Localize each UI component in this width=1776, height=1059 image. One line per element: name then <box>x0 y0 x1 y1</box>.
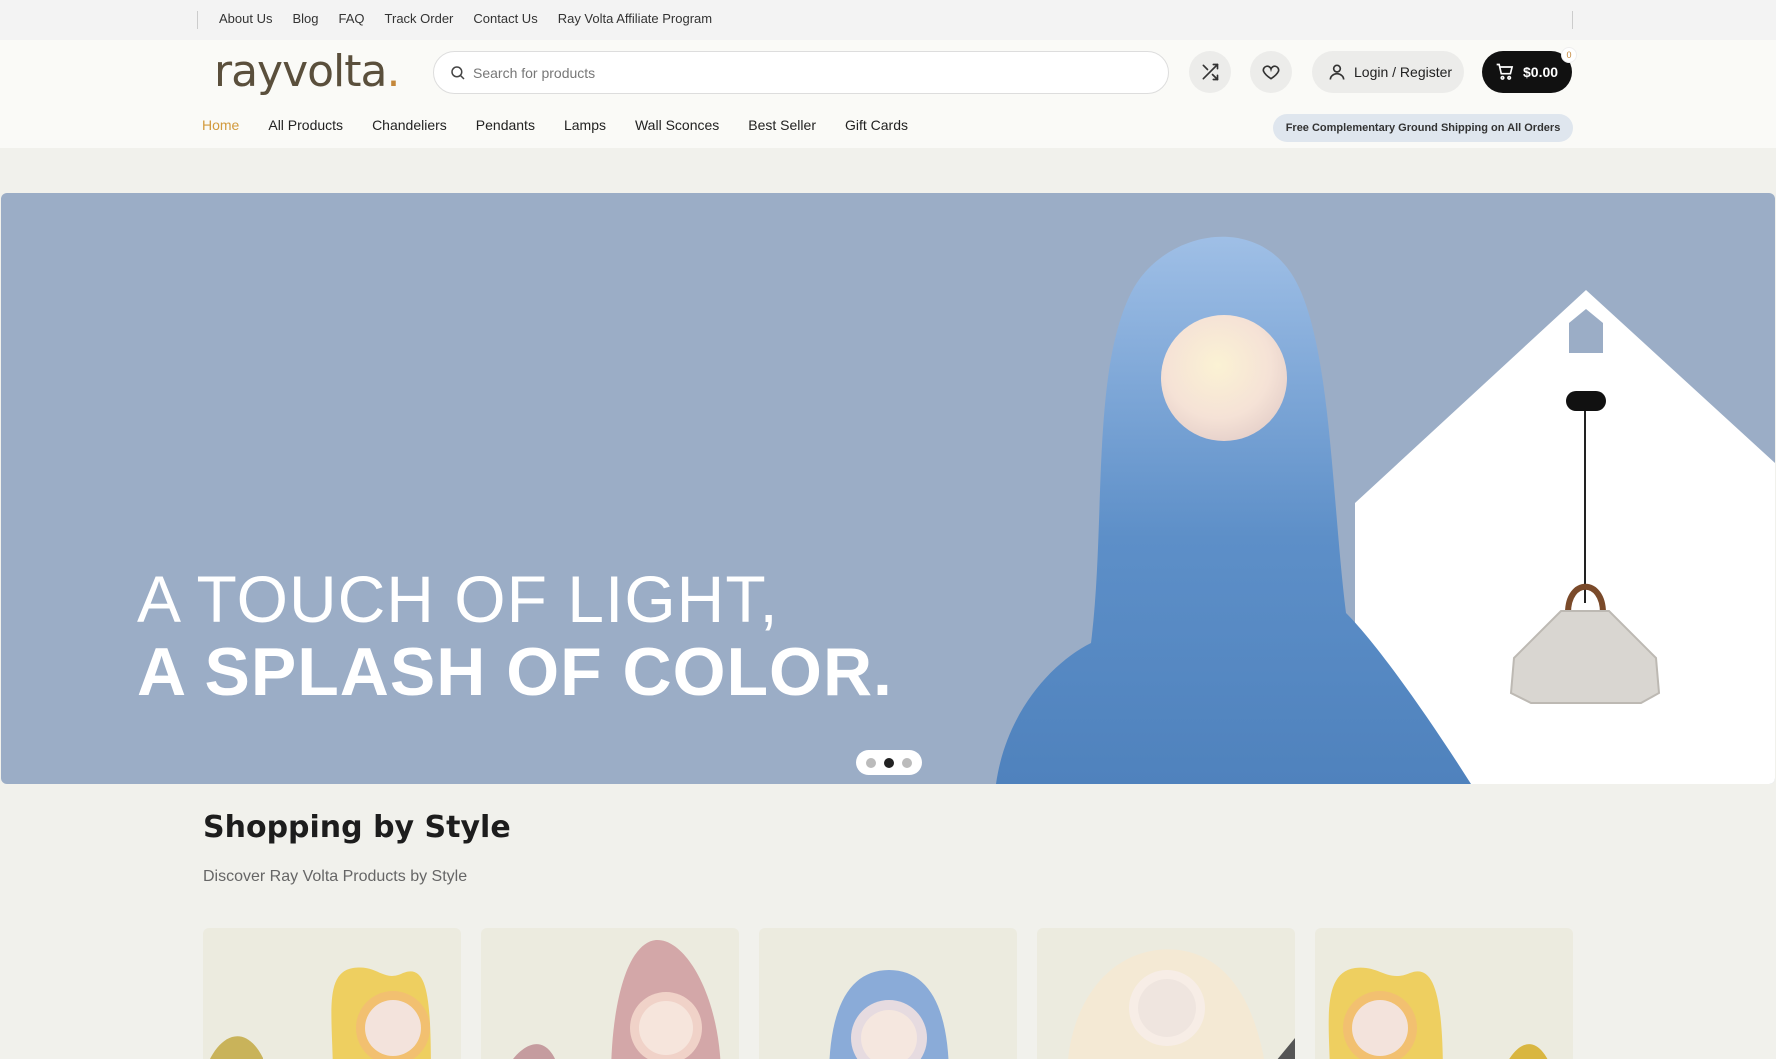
search-input[interactable] <box>473 58 1153 88</box>
login-register-button[interactable]: Login / Register <box>1312 51 1464 93</box>
cart-amount: $0.00 <box>1523 64 1559 80</box>
login-label: Login / Register <box>1354 64 1453 80</box>
heart-icon <box>1262 65 1280 80</box>
style-card[interactable] <box>1315 928 1573 1059</box>
white-lamp-icon <box>1068 949 1295 1059</box>
nav-home[interactable]: Home <box>202 117 239 133</box>
nav-best-seller[interactable]: Best Seller <box>748 117 816 133</box>
lamp-bulb <box>1161 315 1287 441</box>
divider <box>1572 11 1573 29</box>
nav-lamps[interactable]: Lamps <box>564 117 606 133</box>
faq-link[interactable]: FAQ <box>339 11 365 26</box>
slide-dot-1[interactable] <box>866 757 876 768</box>
style-card[interactable] <box>1037 928 1295 1059</box>
blue-lamp-icon <box>829 970 949 1059</box>
slide-dot-2[interactable] <box>884 757 894 768</box>
search-bar <box>433 51 1169 94</box>
top-bar: About Us Blog FAQ Track Order Contact Us… <box>0 0 1776 40</box>
top-links: About Us Blog FAQ Track Order Contact Us… <box>219 11 712 26</box>
shuffle-icon <box>1202 63 1219 81</box>
compare-button[interactable] <box>1189 51 1231 93</box>
main-nav: Home All Products Chandeliers Pendants L… <box>202 117 908 133</box>
nav-gift-cards[interactable]: Gift Cards <box>845 117 908 133</box>
cart-icon <box>1496 63 1514 80</box>
track-order-link[interactable]: Track Order <box>385 11 454 26</box>
hero-banner[interactable]: A TOUCH OF LIGHT, A SPLASH OF COLOR. <box>1 193 1775 784</box>
logo[interactable]: rayvolta. <box>214 46 401 97</box>
section-subtitle: Discover Ray Volta Products by Style <box>203 868 468 885</box>
affiliate-program-link[interactable]: Ray Volta Affiliate Program <box>558 11 712 26</box>
hero-subheadline: A SPLASH OF COLOR. <box>137 634 893 710</box>
nav-wall-sconces[interactable]: Wall Sconces <box>635 117 719 133</box>
blog-link[interactable]: Blog <box>292 11 318 26</box>
pendant-canopy <box>1566 391 1606 411</box>
pink-lamp-icon <box>513 939 721 1059</box>
nav-chandeliers[interactable]: Chandeliers <box>372 117 447 133</box>
nav-all-products[interactable]: All Products <box>268 117 343 133</box>
contact-us-link[interactable]: Contact Us <box>473 11 537 26</box>
cart-button[interactable]: $0.00 <box>1482 51 1572 93</box>
logo-text: rayvolta <box>214 46 387 97</box>
yellow-lamp-icon <box>210 967 431 1059</box>
site-header: rayvolta. Login / Register $0.00 0 Home … <box>0 40 1776 148</box>
style-cards <box>203 928 1573 1059</box>
nav-pendants[interactable]: Pendants <box>476 117 535 133</box>
yellow-lamp-icon <box>1328 967 1548 1059</box>
slider-dots <box>856 750 922 775</box>
divider <box>197 11 198 29</box>
shipping-badge: Free Complementary Ground Shipping on Al… <box>1273 114 1573 142</box>
wishlist-button[interactable] <box>1250 51 1292 93</box>
style-card[interactable] <box>759 928 1017 1059</box>
style-card[interactable] <box>481 928 739 1059</box>
section-title: Shopping by Style <box>203 810 511 845</box>
hero-headline: A TOUCH OF LIGHT, <box>137 562 779 636</box>
logo-dot: . <box>386 46 401 97</box>
search-icon[interactable] <box>449 64 467 82</box>
user-icon <box>1329 64 1345 80</box>
cart-count-badge: 0 <box>1561 47 1577 63</box>
style-card[interactable] <box>203 928 461 1059</box>
slide-dot-3[interactable] <box>902 757 912 768</box>
about-us-link[interactable]: About Us <box>219 11 272 26</box>
